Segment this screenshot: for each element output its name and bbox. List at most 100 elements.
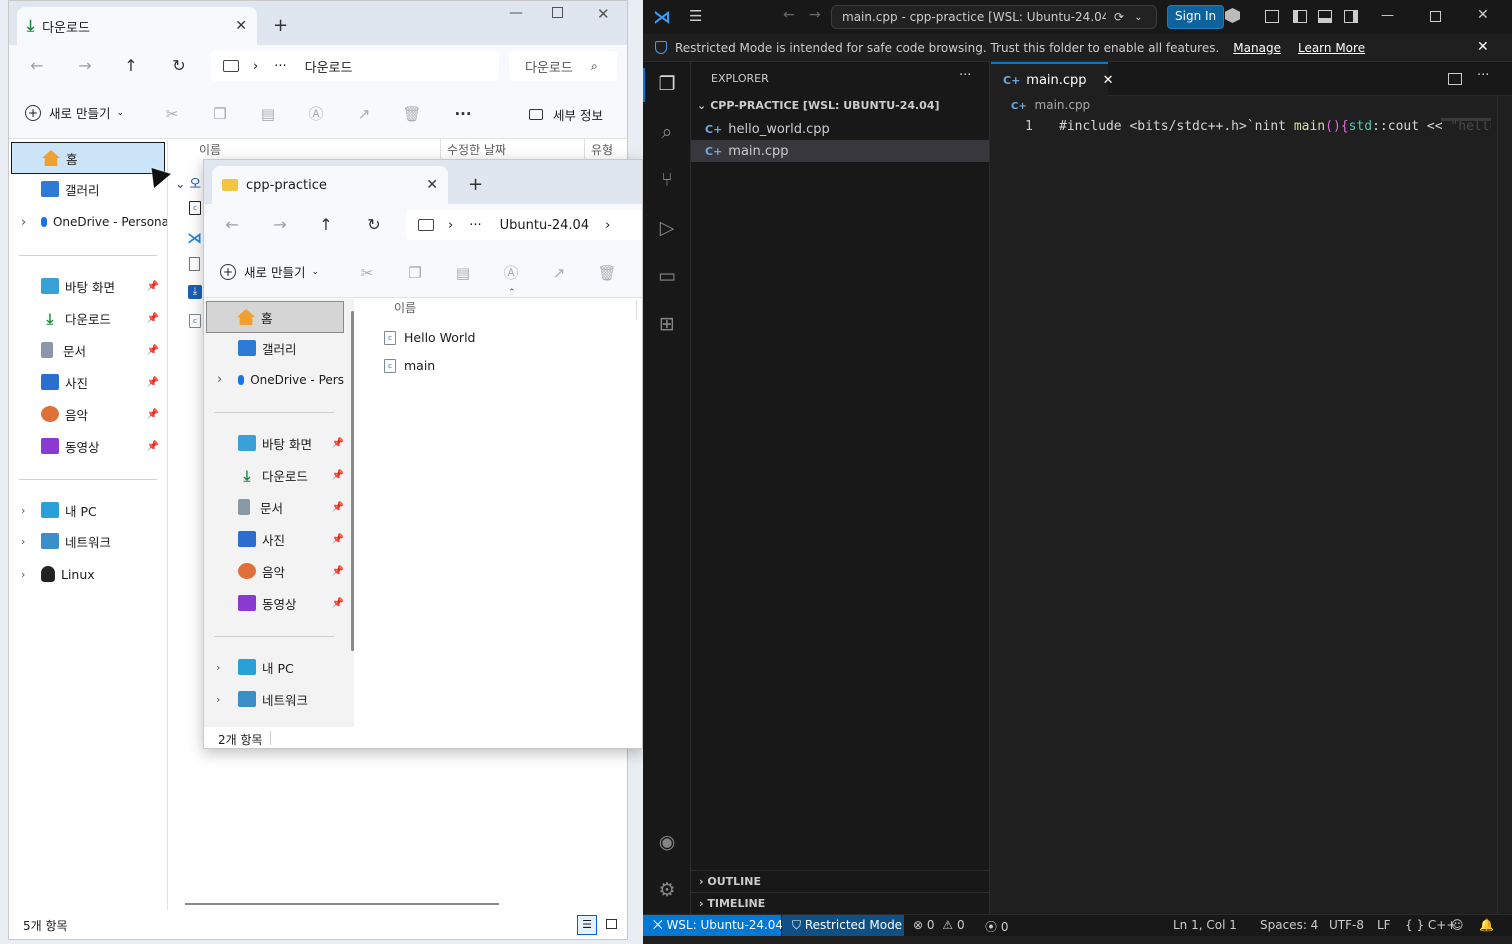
sidebar-item-downloads[interactable]: ⤓ 다운로드 📌 [41, 303, 165, 333]
command-center[interactable]: main.cpp - cpp-practice [WSL: Ubuntu-24.… [831, 5, 1157, 29]
sidebar-item-desktop[interactable]: 바탕 화면 📌 [238, 428, 346, 458]
sidebar-item-linux[interactable]: › Linux [21, 559, 95, 589]
address-crumb[interactable]: 다운로드 [305, 57, 353, 76]
tree-item[interactable]: C+ main.cpp [691, 140, 989, 162]
back-arrow-icon[interactable]: ← [220, 213, 244, 237]
code-line[interactable]: #include <bits/stdc++.h>`nint main(){std… [1059, 119, 1491, 134]
column-header-type[interactable]: 유형 [591, 141, 613, 158]
pin-icon[interactable]: 📌 [332, 438, 344, 449]
pin-icon[interactable]: 📌 [147, 313, 159, 324]
pin-icon[interactable]: 📌 [147, 345, 159, 356]
outline-section[interactable]: › OUTLINE [691, 870, 989, 892]
new-tab-button[interactable]: + [273, 15, 288, 36]
customize-layout-icon[interactable] [1265, 10, 1279, 23]
sidebar-item-home[interactable]: 홈 [206, 301, 344, 333]
back-arrow-icon[interactable]: ← [783, 7, 795, 23]
minimap[interactable] [1441, 118, 1491, 121]
pin-icon[interactable]: 📌 [147, 377, 159, 388]
pin-icon[interactable]: 📌 [147, 441, 159, 452]
close-tab-icon[interactable]: ✕ [235, 18, 247, 34]
source-control-icon[interactable]: ⑂ [655, 168, 679, 192]
indentation[interactable]: Spaces: 4 [1260, 918, 1318, 932]
sidebar-item-gallery[interactable]: 갤러리 [238, 333, 297, 363]
copy-icon[interactable]: ❐ [404, 262, 426, 284]
new-button[interactable]: + 새로 만들기 ⌄ [25, 103, 124, 122]
sidebar-item-documents[interactable]: 문서 📌 [41, 335, 165, 365]
menu-hamburger-icon[interactable]: ☰ [689, 7, 702, 25]
toggle-secondary-sidebar-icon[interactable] [1344, 10, 1358, 23]
chevron-right-icon[interactable]: › [21, 504, 25, 517]
paste-icon[interactable]: ▤ [452, 262, 474, 284]
sidebar-item-documents[interactable]: 문서 📌 [238, 492, 346, 522]
run-debug-icon[interactable]: ▷ [655, 216, 679, 240]
sidebar-item-videos[interactable]: 동영상 📌 [238, 588, 346, 618]
copilot-icon[interactable] [1225, 8, 1240, 23]
explorer-files-icon[interactable]: ❐ [655, 72, 679, 96]
tree-item[interactable]: C+ hello_world.cpp [691, 118, 989, 140]
tab-downloads[interactable]: ⤓ 다운로드 ✕ [17, 7, 257, 45]
restricted-mode-indicator[interactable]: ⛉ Restricted Mode [782, 915, 904, 937]
pin-icon[interactable]: 📌 [332, 534, 344, 545]
settings-gear-icon[interactable]: ⚙ [655, 878, 679, 902]
end-of-line[interactable]: LF [1377, 918, 1391, 932]
chevron-right-icon[interactable]: › [217, 372, 222, 387]
forward-arrow-icon[interactable]: → [268, 213, 292, 237]
pin-icon[interactable]: 📌 [147, 281, 159, 292]
remote-indicator[interactable]: ⨉ WSL: Ubuntu-24.04 [643, 915, 783, 937]
encoding[interactable]: UTF-8 [1329, 918, 1364, 932]
extensions-icon[interactable]: ⊞ [655, 312, 679, 336]
minimize-button[interactable]: — [1381, 8, 1394, 23]
toggle-sidebar-icon[interactable] [1293, 10, 1307, 23]
up-arrow-icon[interactable]: ↑ [314, 213, 338, 237]
group-header[interactable]: ⌄ 오 [175, 173, 201, 192]
up-arrow-icon[interactable]: ↑ [119, 54, 143, 78]
horizontal-scrollbar[interactable] [185, 903, 499, 905]
search-icon[interactable]: ⌕ [655, 120, 679, 144]
sign-in-button[interactable]: Sign In [1167, 5, 1225, 29]
remote-explorer-icon[interactable]: ▭ [655, 264, 679, 288]
close-window-button[interactable]: ✕ [597, 5, 610, 23]
sidebar-item-home[interactable]: 홈 [11, 142, 165, 174]
tiles-view-icon[interactable] [606, 919, 617, 929]
close-tab-icon[interactable]: ✕ [426, 177, 438, 193]
sidebar-item-videos[interactable]: 동영상 📌 [41, 431, 165, 461]
language-mode[interactable]: { } C++ [1405, 918, 1456, 932]
pin-icon[interactable]: 📌 [332, 598, 344, 609]
folder-header[interactable]: ⌄ CPP-PRACTICE [WSL: UBUNTU-24.04] [697, 99, 940, 112]
paste-icon[interactable]: ▤ [257, 103, 279, 125]
sidebar-item-onedrive[interactable]: › OneDrive - Persona [41, 207, 169, 237]
sidebar-item-desktop[interactable]: 바탕 화면 📌 [41, 271, 165, 301]
problems-indicator[interactable]: ⊗ 0 ⚠ 0 [913, 918, 965, 932]
sync-icon[interactable]: ⟳ [1114, 10, 1124, 24]
copy-icon[interactable]: ❐ [209, 103, 231, 125]
pin-icon[interactable]: 📌 [332, 470, 344, 481]
cursor-position[interactable]: Ln 1, Col 1 [1173, 918, 1237, 932]
more-options-icon[interactable]: ··· [452, 103, 474, 125]
timeline-section[interactable]: › TIMELINE [691, 892, 989, 914]
more-dots-icon[interactable]: ··· [274, 59, 286, 74]
pin-icon[interactable]: 📌 [332, 566, 344, 577]
close-banner-icon[interactable]: ✕ [1477, 39, 1489, 55]
chevron-down-icon[interactable]: ⌄ [1134, 12, 1142, 23]
refresh-icon[interactable]: ↻ [167, 54, 191, 78]
sidebar-item-onedrive[interactable]: OneDrive - Pers [238, 365, 344, 395]
copilot-status-icon[interactable]: ☺ [1451, 918, 1464, 932]
learn-more-link[interactable]: Learn More [1298, 41, 1365, 55]
sidebar-item-thispc[interactable]: › 내 PC [21, 495, 97, 525]
share-icon[interactable]: ↗ [353, 103, 375, 125]
more-dots-icon[interactable]: ··· [469, 218, 481, 233]
sidebar-item-network[interactable]: › 네트워크 [216, 684, 308, 714]
address-bar[interactable]: › ··· Ubuntu-24.04 › [406, 210, 642, 240]
column-header-modified[interactable]: 수정한 날짜 [447, 141, 506, 158]
new-tab-button[interactable]: + [468, 174, 483, 195]
back-arrow-icon[interactable]: ← [25, 54, 49, 78]
column-header-name[interactable]: 이름 [394, 299, 416, 316]
details-view-icon[interactable]: ☰ [577, 915, 597, 935]
column-header-name[interactable]: 이름 [199, 141, 221, 158]
sidebar-item-pictures[interactable]: 사진 📌 [41, 367, 165, 397]
refresh-icon[interactable]: ↻ [362, 213, 386, 237]
rename-icon[interactable]: Ⓐ [305, 103, 327, 125]
tab-main-cpp[interactable]: C+ main.cpp ✕ [991, 62, 1113, 97]
maximize-button[interactable] [552, 7, 563, 18]
sidebar-item-downloads[interactable]: ⤓ 다운로드 📌 [238, 460, 346, 490]
